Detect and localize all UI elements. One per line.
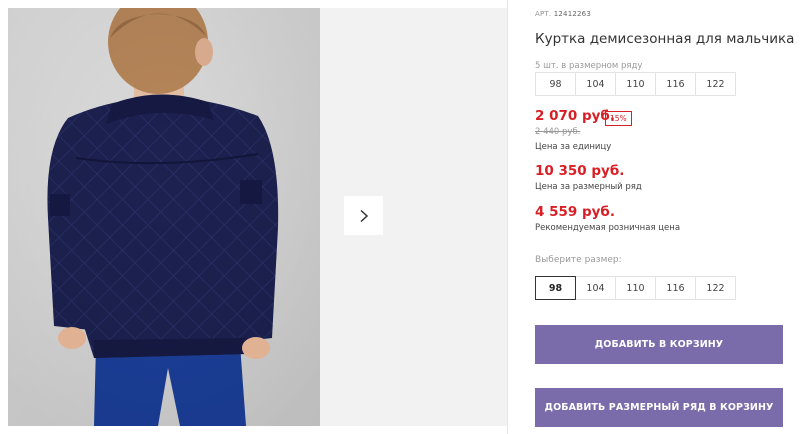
pack-size-104: 104: [575, 72, 616, 96]
chevron-right-icon: [359, 209, 368, 222]
article-number: 12412263: [553, 10, 591, 18]
divider: [507, 0, 508, 434]
size-selector: 98 104 110 116 122: [535, 276, 736, 300]
pack-size-122: 122: [695, 72, 736, 96]
pack-note: 5 шт. в размерном ряду: [535, 61, 643, 71]
retail-price-caption: Рекомендуемая розничная цена: [535, 223, 681, 233]
pack-size-110: 110: [615, 72, 656, 96]
pack-size-116: 116: [655, 72, 696, 96]
row-price: 10 350 руб.: [535, 163, 625, 179]
boy-in-jacket-image: [8, 8, 320, 426]
row-price-caption: Цена за размерный ряд: [535, 182, 642, 192]
gallery-next-button[interactable]: [344, 196, 383, 235]
unit-price-caption: Цена за единицу: [535, 142, 612, 152]
add-size-row-to-cart-button[interactable]: ДОБАВИТЬ РАЗМЕРНЫЙ РЯД В КОРЗИНУ: [535, 388, 783, 427]
article-label: АРТ.: [535, 10, 552, 18]
discount-badge: 15%: [605, 111, 632, 126]
choose-size-label: Выберите размер:: [535, 255, 622, 265]
old-price: 2 440 руб.: [535, 127, 581, 137]
add-to-cart-button[interactable]: ДОБАВИТЬ В КОРЗИНУ: [535, 325, 783, 364]
size-option-116[interactable]: 116: [655, 276, 696, 300]
size-option-104[interactable]: 104: [575, 276, 616, 300]
product-photo: [8, 8, 320, 426]
size-option-122[interactable]: 122: [695, 276, 736, 300]
article: АРТ. 12412263: [535, 10, 591, 18]
size-option-110[interactable]: 110: [615, 276, 656, 300]
retail-price: 4 559 руб.: [535, 204, 615, 220]
unit-price: 2 070 руб.: [535, 108, 615, 124]
product-title: Куртка демисезонная для мальчика: [535, 31, 795, 47]
pack-size-row: 98 104 110 116 122: [535, 72, 736, 96]
pack-size-98: 98: [535, 72, 576, 96]
product-gallery: [0, 0, 507, 434]
size-option-98[interactable]: 98: [535, 276, 576, 300]
